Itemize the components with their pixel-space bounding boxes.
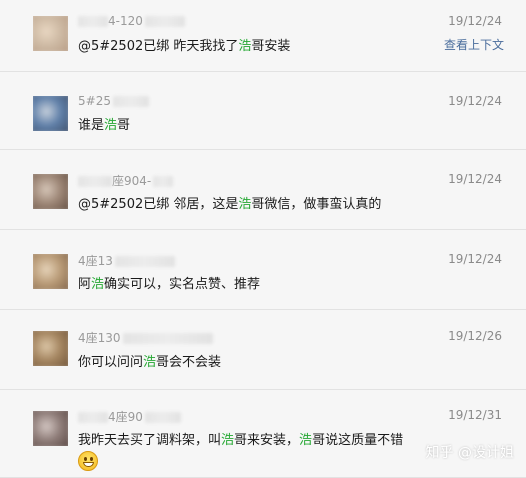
blurred-name-mask [78,176,112,187]
blurred-name-mask [122,333,213,344]
message-text: @5#2502已绑 昨天我找了浩哥安装 [78,35,290,54]
message-item[interactable]: 5#25 19/12/24 谁是浩哥 [0,72,526,150]
message-text: 我昨天去买了调料架，叫浩哥来安装，浩哥说这质量不错 [78,429,403,448]
sender-name[interactable]: 4座13 [78,252,175,269]
highlighted-keyword: 浩 [104,118,118,133]
sender-visible-text: 5#25 [78,94,111,108]
highlighted-keyword: 浩 [143,355,157,370]
message-date: 19/12/24 [448,14,502,28]
sender-name[interactable]: 4座90 [78,408,181,425]
blurred-name-mask [112,96,149,107]
sender-name[interactable]: 5#25 [78,94,149,108]
message-item[interactable]: 4座13 19/12/24 阿浩确实可以，实名点赞、推荐 [0,230,526,310]
message-date: 19/12/26 [448,329,502,343]
sender-visible-text: 4-120 [108,14,143,28]
sender-visible-text: 4座90 [108,410,143,424]
avatar[interactable] [33,331,68,366]
sender-name[interactable]: 座904- [78,172,174,189]
highlighted-keyword: 浩 [299,433,313,448]
avatar[interactable] [33,411,68,446]
message-text-segment: 阿 [78,277,92,292]
sender-visible-text: 4座130 [78,331,121,345]
watermark: 知乎 @设计姐 [425,445,514,461]
blurred-name-mask [153,176,174,187]
view-context-link[interactable]: 查看上下文 [444,36,504,53]
blurred-name-mask [144,16,185,27]
message-text: 谁是浩哥 [78,114,130,133]
sender-name[interactable]: 4座130 [78,329,213,346]
highlighted-keyword: 浩 [238,197,252,212]
message-text-segment: 哥说这质量不错 [312,433,404,448]
avatar[interactable] [33,174,68,209]
sender-name[interactable]: 4-120 [78,14,185,28]
avatar[interactable] [33,96,68,131]
message-text-segment: 哥 [117,118,131,133]
message-text-segment: 确实可以，实名点赞、推荐 [104,277,261,292]
message-text-segment: 哥会不会装 [156,355,222,370]
highlighted-keyword: 浩 [238,39,252,54]
message-text-segment: 哥来安装， [234,433,300,448]
message-date: 19/12/24 [448,252,502,266]
message-text-segment: 你可以问问 [78,355,144,370]
message-text: 你可以问问浩哥会不会装 [78,351,221,370]
message-text-segment: 哥安装 [251,39,291,54]
avatar[interactable] [33,16,68,51]
message-text: @5#2502已绑 邻居，这是浩哥微信，做事蛮认真的 [78,193,381,212]
highlighted-keyword: 浩 [91,277,105,292]
message-text: 阿浩确实可以，实名点赞、推荐 [78,273,260,292]
message-text-segment: @5#2502已绑 昨天我找了 [78,39,239,54]
message-text-segment: 我昨天去买了调料架，叫 [78,433,222,448]
blurred-name-mask [144,412,181,423]
message-item[interactable]: 4座90 19/12/31 我昨天去买了调料架，叫浩哥来安装，浩哥说这质量不错 [0,390,526,478]
message-item[interactable]: 4-120 19/12/24 @5#2502已绑 昨天我找了浩哥安装 查看上下文 [0,0,526,72]
blurred-name-mask [78,16,108,27]
message-date: 19/12/31 [448,408,502,422]
sender-visible-text: 座904- [112,174,152,188]
grinning-face-icon [78,451,98,471]
highlighted-keyword: 浩 [221,433,235,448]
message-date: 19/12/24 [448,172,502,186]
message-text-segment: @5#2502已绑 邻居，这是 [78,197,239,212]
message-text-segment: 哥微信，做事蛮认真的 [251,197,382,212]
message-item[interactable]: 4座130 19/12/26 你可以问问浩哥会不会装 [0,310,526,390]
blurred-name-mask [78,412,108,423]
blurred-name-mask [114,256,175,267]
message-date: 19/12/24 [448,94,502,108]
message-item[interactable]: 座904- 19/12/24 @5#2502已绑 邻居，这是浩哥微信，做事蛮认真的 [0,150,526,230]
avatar[interactable] [33,254,68,289]
message-text-segment: 谁是 [78,118,105,133]
sender-visible-text: 4座13 [78,254,113,268]
